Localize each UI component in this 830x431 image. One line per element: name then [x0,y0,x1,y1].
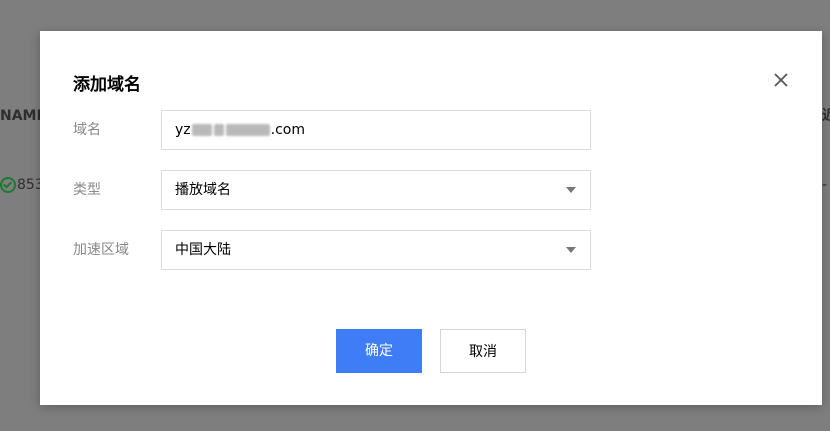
close-icon [774,73,788,87]
domain-label: 域名 [73,122,101,138]
blurred-text [191,124,212,136]
region-select[interactable]: 中国大陆 [161,230,591,270]
chevron-down-icon [566,247,576,253]
region-label: 加速区域 [73,242,129,258]
blurred-text [225,124,270,136]
form-row-type: 类型 播放域名 [73,170,593,210]
close-button[interactable] [772,71,790,89]
type-label: 类型 [73,182,101,198]
domain-value-suffix: .com [270,122,305,138]
add-domain-dialog: 添加域名 域名 yz .com 类型 播放域名 加速区域 中国大陆 确定 取消 [40,31,822,405]
domain-input-value: yz .com [175,111,305,149]
domain-input[interactable]: yz .com [161,110,591,150]
type-select[interactable]: 播放域名 [161,170,591,210]
form-row-region: 加速区域 中国大陆 [73,230,593,270]
type-select-value: 播放域名 [175,182,231,198]
confirm-button[interactable]: 确定 [336,329,422,373]
cancel-button[interactable]: 取消 [440,329,526,373]
form-row-domain: 域名 yz .com [73,110,593,150]
domain-value-prefix: yz [175,122,191,138]
chevron-down-icon [566,187,576,193]
blurred-text [213,124,224,136]
dialog-title: 添加域名 [73,75,141,95]
region-select-value: 中国大陆 [175,242,231,258]
